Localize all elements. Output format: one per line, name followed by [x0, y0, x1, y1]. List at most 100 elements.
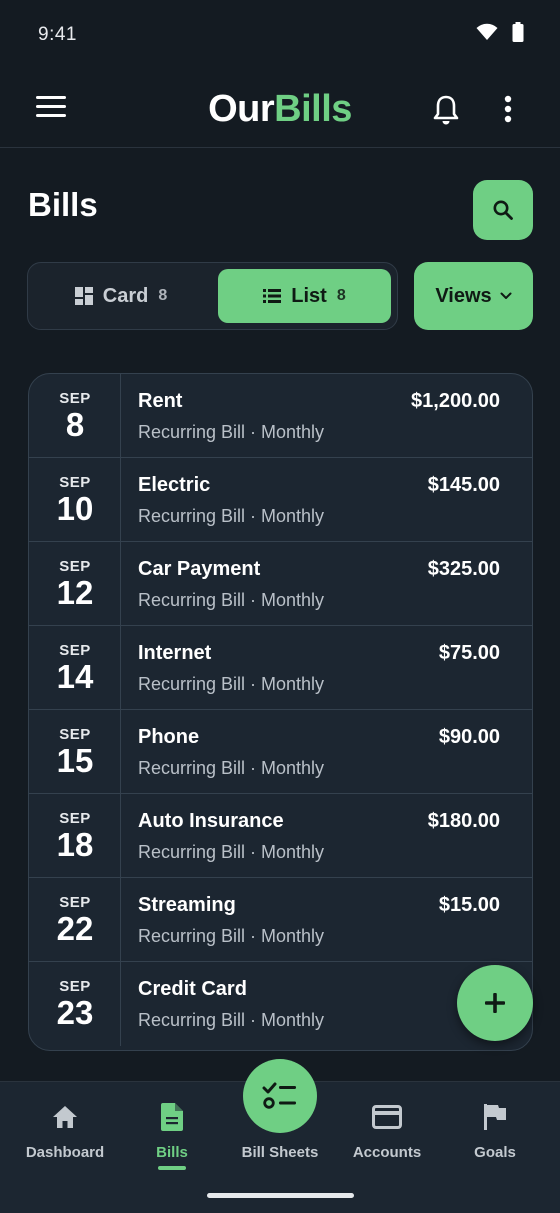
bill-date: SEP 14: [29, 626, 121, 710]
bill-subtitle: Recurring Bill · Monthly: [138, 842, 325, 862]
card-view-toggle[interactable]: Card 8: [34, 269, 208, 323]
bell-icon: [433, 95, 459, 125]
divider: [120, 962, 121, 1046]
nav-label: Bill Sheets: [241, 1144, 319, 1161]
divider: [120, 458, 121, 542]
more-vertical-icon: [504, 95, 512, 123]
bill-day: 23: [56, 993, 94, 1031]
card-view-count: 8: [158, 287, 168, 304]
views-label: Views: [435, 284, 492, 307]
bill-subtitle: Recurring Bill · Monthly: [138, 758, 325, 778]
chevron-down-icon: [500, 292, 512, 299]
nav-item-bills[interactable]: Bills: [116, 1082, 228, 1182]
bill-sheets-button[interactable]: [243, 1059, 317, 1133]
nav-label: Goals: [474, 1144, 516, 1161]
list-view-label: List: [291, 284, 327, 307]
divider: [120, 374, 121, 458]
bill-month: SEP: [59, 557, 91, 575]
bill-subtitle: Recurring Bill · Monthly: [138, 674, 325, 694]
bill-day: 8: [65, 405, 85, 443]
bill-amount: $325.00: [427, 558, 500, 580]
view-toggle: Card 8 List 8: [27, 262, 398, 330]
bill-date: SEP 12: [29, 542, 121, 626]
bill-date: SEP 15: [29, 710, 121, 794]
bill-row[interactable]: SEP 22 Streaming Recurring Bill · Monthl…: [29, 878, 532, 962]
app-logo: OurBills: [0, 88, 560, 131]
app-header: OurBills: [0, 70, 560, 148]
bill-day: 10: [56, 489, 94, 527]
bill-name: Car Payment: [138, 558, 261, 580]
nav-label: Bills: [156, 1144, 188, 1161]
bill-day: 15: [56, 741, 94, 779]
bill-month: SEP: [59, 977, 91, 995]
bill-row[interactable]: SEP 12 Car Payment Recurring Bill · Mont…: [29, 542, 532, 626]
bill-name: Streaming: [138, 894, 236, 916]
list-view-count: 8: [336, 287, 346, 304]
nav-label: Dashboard: [25, 1144, 105, 1161]
list-icon: [263, 289, 282, 303]
more-options-button[interactable]: [498, 94, 518, 126]
bill-name: Credit Card: [138, 978, 247, 1000]
bill-day: 12: [56, 573, 94, 611]
card-view-label: Card: [102, 284, 149, 307]
status-time: 9:41: [38, 24, 77, 45]
bill-subtitle: Recurring Bill · Monthly: [138, 590, 325, 610]
bill-date: SEP 10: [29, 458, 121, 542]
divider: [120, 794, 121, 878]
notifications-button[interactable]: [432, 94, 460, 126]
nav-label: Accounts: [352, 1144, 422, 1161]
bill-month: SEP: [59, 641, 91, 659]
bill-amount: $145.00: [427, 474, 500, 496]
bill-subtitle: Recurring Bill · Monthly: [138, 422, 325, 442]
divider: [120, 542, 121, 626]
bill-name: Internet: [138, 642, 212, 664]
bill-amount: $15.00: [438, 894, 500, 916]
bill-name: Auto Insurance: [138, 810, 284, 832]
divider: [120, 878, 121, 962]
bill-row[interactable]: SEP 14 Internet Recurring Bill · Monthly…: [29, 626, 532, 710]
bill-row[interactable]: SEP 15 Phone Recurring Bill · Monthly $9…: [29, 710, 532, 794]
status-bar: 9:41: [0, 0, 560, 70]
bill-list: SEP 8 Rent Recurring Bill · Monthly $1,2…: [28, 373, 533, 1051]
divider: [120, 626, 121, 710]
nav-item-goals[interactable]: Goals: [439, 1082, 551, 1182]
dashboard-grid-icon: [74, 287, 93, 305]
brand-text-our: Our: [208, 88, 275, 130]
bill-month: SEP: [59, 893, 91, 911]
bill-amount: $1,200.00: [411, 390, 500, 412]
bill-month: SEP: [59, 473, 91, 491]
list-view-toggle[interactable]: List 8: [218, 269, 391, 323]
document-icon: [161, 1103, 183, 1131]
bill-month: SEP: [59, 389, 91, 407]
home-indicator[interactable]: [207, 1193, 354, 1198]
bill-date: SEP 23: [29, 962, 121, 1046]
bill-row[interactable]: SEP 8 Rent Recurring Bill · Monthly $1,2…: [29, 374, 532, 458]
search-button[interactable]: [473, 180, 533, 240]
bill-row[interactable]: SEP 18 Auto Insurance Recurring Bill · M…: [29, 794, 532, 878]
add-bill-button[interactable]: [457, 965, 533, 1041]
bill-day: 18: [56, 825, 94, 863]
divider: [120, 710, 121, 794]
flag-icon: [484, 1104, 506, 1130]
active-indicator: [158, 1166, 186, 1170]
bill-day: 22: [56, 909, 94, 947]
bill-date: SEP 18: [29, 794, 121, 878]
bill-amount: $90.00: [438, 726, 500, 748]
nav-item-accounts[interactable]: Accounts: [331, 1082, 443, 1182]
bill-name: Rent: [138, 390, 183, 412]
bill-date: SEP 8: [29, 374, 121, 458]
bill-month: SEP: [59, 725, 91, 743]
views-dropdown-button[interactable]: Views: [414, 262, 533, 330]
nav-item-dashboard[interactable]: Dashboard: [9, 1082, 121, 1182]
bill-row[interactable]: SEP 10 Electric Recurring Bill · Monthly…: [29, 458, 532, 542]
page-title: Bills: [28, 186, 98, 223]
bill-subtitle: Recurring Bill · Monthly: [138, 506, 325, 526]
home-icon: [53, 1106, 77, 1128]
bill-name: Electric: [138, 474, 211, 496]
bill-subtitle: Recurring Bill · Monthly: [138, 926, 325, 946]
bill-day: 14: [56, 657, 94, 695]
wifi-icon: [476, 23, 498, 46]
bill-subtitle: Recurring Bill · Monthly: [138, 1010, 325, 1030]
plus-icon: [485, 993, 505, 1013]
status-icons: [476, 22, 524, 47]
